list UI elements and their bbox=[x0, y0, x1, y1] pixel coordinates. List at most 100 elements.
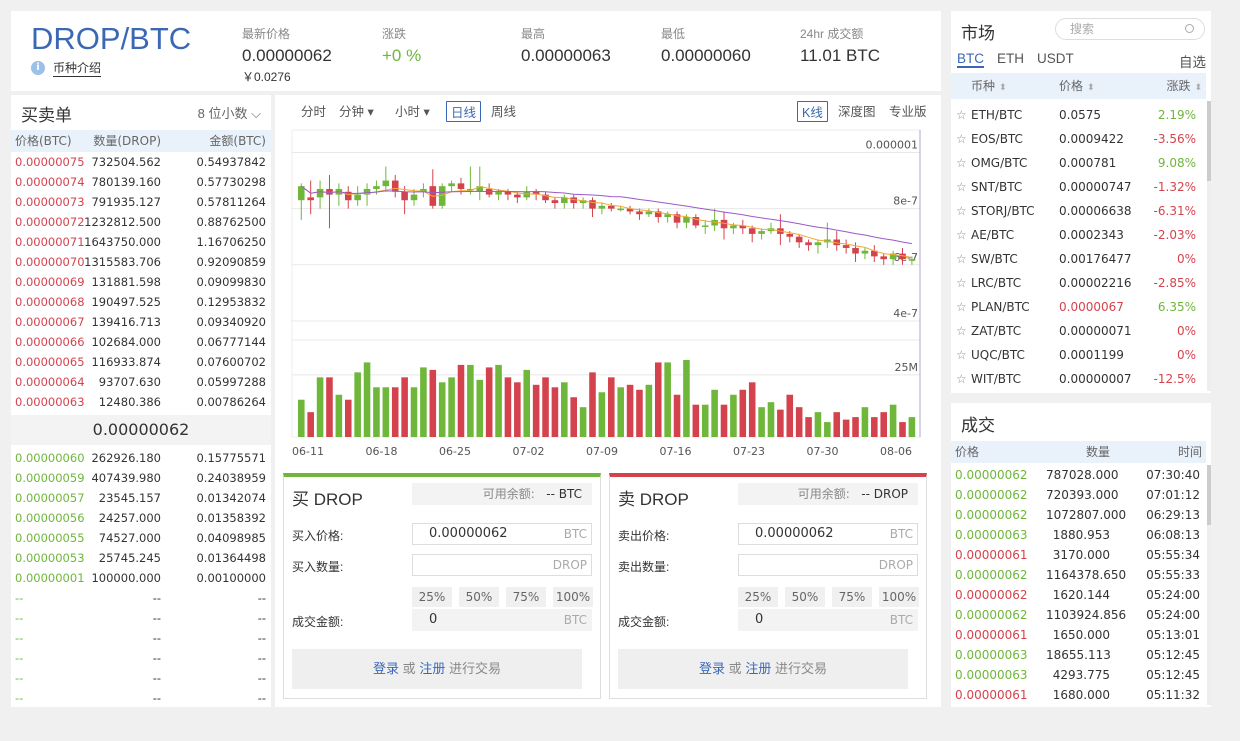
bid-row[interactable]: -- -- -- bbox=[11, 668, 271, 688]
market-row[interactable]: ☆ STORJ/BTC 0.00006638 -6.31% bbox=[951, 199, 1206, 223]
ma-line bbox=[301, 185, 912, 245]
volume-bar bbox=[579, 407, 587, 437]
scroll-thumb[interactable] bbox=[1207, 101, 1211, 181]
order-total: -- bbox=[257, 611, 266, 625]
volume-bar bbox=[739, 389, 747, 437]
trade-time: 05:12:45 bbox=[1146, 648, 1200, 662]
star-icon[interactable]: ☆ bbox=[956, 295, 967, 319]
sort-symbol[interactable]: 币种 ⬍ bbox=[971, 73, 1007, 101]
ask-row[interactable]: 0.00000063 12480.386 0.00786264 bbox=[11, 392, 271, 412]
star-icon[interactable]: ☆ bbox=[956, 343, 967, 367]
candle-body bbox=[391, 180, 399, 192]
search-input[interactable]: 搜索 bbox=[1055, 18, 1205, 40]
sell-quantity-input[interactable]: DROP bbox=[738, 554, 918, 576]
volume-bar bbox=[814, 412, 822, 437]
buy-pct-75[interactable]: 75% bbox=[506, 587, 546, 607]
bid-row[interactable]: -- -- -- bbox=[11, 628, 271, 648]
tab-btc[interactable]: BTC bbox=[957, 51, 984, 68]
market-row[interactable]: ☆ ZAT/BTC 0.00000071 0% bbox=[951, 319, 1206, 343]
tab-usdt[interactable]: USDT bbox=[1037, 51, 1074, 66]
order-price: 0.00000001 bbox=[15, 571, 85, 585]
precision-select[interactable]: 8 位小数 ⌵ bbox=[198, 103, 261, 122]
star-icon[interactable]: ☆ bbox=[956, 247, 967, 271]
trade-row: 0.00000063 4293.775 05:12:45 bbox=[951, 665, 1206, 685]
ask-row[interactable]: 0.00000066 102684.000 0.06777144 bbox=[11, 332, 271, 352]
volume-bar bbox=[363, 362, 371, 437]
scroll-thumb[interactable] bbox=[1207, 465, 1211, 525]
ask-row[interactable]: 0.00000074 780139.160 0.57730298 bbox=[11, 172, 271, 192]
star-icon[interactable]: ☆ bbox=[956, 367, 967, 391]
bid-row[interactable]: -- -- -- bbox=[11, 608, 271, 628]
market-symbol: PLAN/BTC bbox=[971, 300, 1030, 314]
buy-login-link[interactable]: 登录 bbox=[373, 661, 399, 676]
star-icon[interactable]: ☆ bbox=[956, 319, 967, 343]
bid-row[interactable]: -- -- -- bbox=[11, 648, 271, 668]
market-row[interactable]: ☆ AE/BTC 0.0002343 -2.03% bbox=[951, 223, 1206, 247]
sell-pct-50[interactable]: 50% bbox=[785, 587, 825, 607]
ask-row[interactable]: 0.00000071 1643750.000 1.16706250 bbox=[11, 232, 271, 252]
sell-register-link[interactable]: 注册 bbox=[745, 661, 771, 676]
ask-row[interactable]: 0.00000073 791935.127 0.57811264 bbox=[11, 192, 271, 212]
market-row[interactable]: ☆ UQC/BTC 0.0001199 0% bbox=[951, 343, 1206, 367]
market-row[interactable]: ☆ WIT/BTC 0.00000007 -12.5% bbox=[951, 367, 1206, 391]
sort-change[interactable]: 涨跌 ⬍ bbox=[1166, 73, 1202, 101]
bid-row[interactable]: 0.00000060 262926.180 0.15775571 bbox=[11, 448, 271, 468]
tab-eth[interactable]: ETH bbox=[997, 51, 1024, 66]
market-row[interactable]: ☆ LRC/BTC 0.00002216 -2.85% bbox=[951, 271, 1206, 295]
bid-row[interactable]: 0.00000001 100000.000 0.00100000 bbox=[11, 568, 271, 588]
star-icon[interactable]: ☆ bbox=[956, 223, 967, 247]
coin-intro-link[interactable]: 币种介绍 bbox=[53, 59, 102, 77]
kline-chart[interactable]: 0.0000018e-76e-74e-725M06-1106-1806-2507… bbox=[275, 95, 941, 465]
buy-register-link[interactable]: 注册 bbox=[419, 661, 445, 676]
coin-intro[interactable]: i 币种介绍 bbox=[31, 59, 102, 77]
bid-row[interactable]: 0.00000056 24257.000 0.01358392 bbox=[11, 508, 271, 528]
market-row[interactable]: ☆ ETH/BTC 0.0575 2.19% bbox=[951, 103, 1206, 127]
star-icon[interactable]: ☆ bbox=[956, 127, 967, 151]
sell-pct-75[interactable]: 75% bbox=[832, 587, 872, 607]
market-row[interactable]: ☆ SNT/BTC 0.00000747 -1.32% bbox=[951, 175, 1206, 199]
ask-row[interactable]: 0.00000075 732504.562 0.54937842 bbox=[11, 152, 271, 172]
buy-price-input[interactable]: 0.00000062 BTC bbox=[412, 523, 592, 545]
buy-pct-50[interactable]: 50% bbox=[459, 587, 499, 607]
market-scrollbar[interactable] bbox=[1207, 101, 1211, 391]
ask-row[interactable]: 0.00000067 139416.713 0.09340920 bbox=[11, 312, 271, 332]
sell-price-input[interactable]: 0.00000062 BTC bbox=[738, 523, 918, 545]
trades-scrollbar[interactable] bbox=[1207, 465, 1211, 705]
pair-title: DROP/BTC bbox=[31, 21, 192, 56]
market-row[interactable]: ☆ EOS/BTC 0.0009422 -3.56% bbox=[951, 127, 1206, 151]
trade-time: 05:24:00 bbox=[1146, 608, 1200, 622]
ask-row[interactable]: 0.00000068 190497.525 0.12953832 bbox=[11, 292, 271, 312]
market-row[interactable]: ☆ OMG/BTC 0.000781 9.08% bbox=[951, 151, 1206, 175]
star-icon[interactable]: ☆ bbox=[956, 271, 967, 295]
order-price: 0.00000066 bbox=[15, 335, 85, 349]
buy-pct-100[interactable]: 100% bbox=[553, 587, 593, 607]
bid-row[interactable]: 0.00000055 74527.000 0.04098985 bbox=[11, 528, 271, 548]
ask-row[interactable]: 0.00000069 131881.598 0.09099830 bbox=[11, 272, 271, 292]
ask-row[interactable]: 0.00000065 116933.874 0.07600702 bbox=[11, 352, 271, 372]
ask-row[interactable]: 0.00000072 1232812.500 0.88762500 bbox=[11, 212, 271, 232]
market-row[interactable]: ☆ SW/BTC 0.00176477 0% bbox=[951, 247, 1206, 271]
buy-pct-25[interactable]: 25% bbox=[412, 587, 452, 607]
bid-row[interactable]: 0.00000057 23545.157 0.01342074 bbox=[11, 488, 271, 508]
bid-row[interactable]: -- -- -- bbox=[11, 688, 271, 708]
buy-quantity-input[interactable]: DROP bbox=[412, 554, 592, 576]
ask-row[interactable]: 0.00000070 1315583.706 0.92090859 bbox=[11, 252, 271, 272]
bid-row[interactable]: 0.00000059 407439.980 0.24038959 bbox=[11, 468, 271, 488]
order-amount: 74527.000 bbox=[98, 531, 161, 545]
bid-row[interactable]: -- -- -- bbox=[11, 588, 271, 608]
bid-row[interactable]: 0.00000053 25745.245 0.01364498 bbox=[11, 548, 271, 568]
sell-login-link[interactable]: 登录 bbox=[699, 661, 725, 676]
star-icon[interactable]: ☆ bbox=[956, 103, 967, 127]
sort-price[interactable]: 价格 ⬍ bbox=[1059, 73, 1095, 101]
star-icon[interactable]: ☆ bbox=[956, 151, 967, 175]
ask-row[interactable]: 0.00000064 93707.630 0.05997288 bbox=[11, 372, 271, 392]
trade-time: 06:29:13 bbox=[1146, 508, 1200, 522]
sell-pct-25[interactable]: 25% bbox=[738, 587, 778, 607]
market-row[interactable]: ☆ PLAN/BTC 0.0000067 6.35% bbox=[951, 295, 1206, 319]
sell-pct-100[interactable]: 100% bbox=[879, 587, 919, 607]
tab-favorites[interactable]: 自选 bbox=[1179, 51, 1206, 71]
order-amount: -- bbox=[152, 611, 161, 625]
order-book-title: 买卖单 bbox=[21, 106, 72, 125]
star-icon[interactable]: ☆ bbox=[956, 175, 967, 199]
star-icon[interactable]: ☆ bbox=[956, 199, 967, 223]
